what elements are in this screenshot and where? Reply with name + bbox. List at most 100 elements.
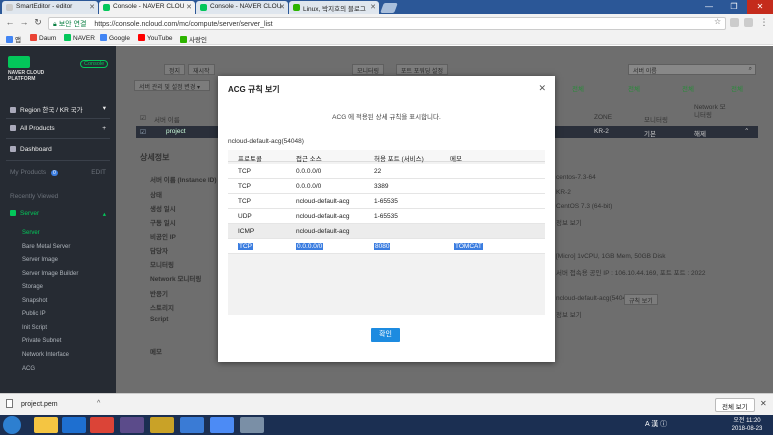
sidebar-item-dashboard[interactable]: Dashboard (0, 146, 116, 153)
bookmark-saramin[interactable]: 사랑인 (180, 34, 207, 44)
app-icon[interactable] (180, 417, 204, 433)
address-bar[interactable]: 🔒︎ 보안 연결 https://console.ncloud.com/mc/c… (48, 17, 726, 30)
extension-icon[interactable] (730, 18, 739, 27)
naver-icon (64, 34, 71, 41)
server-search-input[interactable]: 서버 이름 ⌕ (628, 64, 756, 75)
grid-icon (10, 125, 16, 131)
view-rules-button[interactable]: 규칙 보기 (624, 294, 658, 305)
my-products-count-badge: 0 (50, 170, 58, 176)
detail-label: 비공인 IP (150, 234, 176, 241)
confirm-button[interactable]: 확인 (371, 328, 400, 342)
detail-label: 구동 일시 (150, 220, 176, 227)
modal-title: ACG 규칙 보기 (228, 85, 280, 94)
tab-close-icon[interactable]: ✕ (279, 3, 285, 11)
filter-status[interactable]: 전체 (572, 83, 584, 93)
saramin-icon (180, 36, 187, 43)
port-forwarding-button[interactable]: 포트 포워딩 설정 (396, 64, 448, 75)
close-window-icon[interactable]: ✕ (747, 0, 773, 14)
detail-value[interactable]: 정보 보기 (556, 217, 582, 227)
security-label: 보안 연결 (58, 21, 87, 28)
server-icon (10, 210, 16, 216)
windows-start-icon[interactable] (3, 416, 21, 434)
sidebar-item-public-ip[interactable]: Public IP (22, 311, 46, 317)
app-icon[interactable] (240, 417, 264, 433)
col-port: 허용 포트 (서비스) (374, 156, 424, 163)
console-badge: Console (80, 60, 109, 68)
browser-tab-blog[interactable]: Linux, 박지호의 블로그 ✕ (289, 1, 379, 14)
app-icon[interactable] (120, 417, 144, 433)
apps-grid-icon (6, 36, 13, 43)
menu-kebab-icon[interactable]: ⋮ (758, 17, 770, 28)
sidebar-item-server[interactable]: Server (22, 230, 40, 236)
sidebar-item-my-products[interactable]: My Products 0 EDIT (0, 169, 116, 176)
sidebar-item-init-script[interactable]: Init Script (22, 325, 47, 331)
tab-close-icon[interactable]: ✕ (370, 3, 376, 11)
sidebar-item-server-group[interactable]: Server ▴ (0, 210, 116, 218)
file-explorer-icon[interactable] (34, 417, 58, 433)
sidebar-item-network-interface[interactable]: Network Interface (22, 352, 69, 358)
bookmark-daum[interactable]: Daum (30, 34, 56, 42)
stop-button[interactable]: 정지 (164, 64, 186, 75)
bookmark-apps[interactable]: 앱 (6, 34, 21, 44)
url-text: https://console.ncloud.com/mc/compute/se… (94, 21, 273, 28)
app-icon[interactable] (210, 417, 234, 433)
download-item[interactable]: project.pem (6, 399, 58, 408)
close-icon[interactable]: ✕ (760, 399, 767, 408)
server-manage-dropdown[interactable]: 서버 관리 및 설정 변경 ▾ (134, 80, 210, 91)
sidebar-item-storage[interactable]: Storage (22, 284, 43, 290)
bookmark-youtube[interactable]: YouTube (138, 34, 173, 42)
bookmark-star-icon[interactable]: ☆ (714, 17, 721, 26)
detail-label: Network 모니터링 (150, 276, 202, 283)
system-tray[interactable]: A 漢 ⓘ (645, 419, 667, 429)
sidebar-item-private-subnet[interactable]: Private Subnet (22, 338, 61, 344)
detail-label: 생성 일시 (150, 206, 176, 213)
reload-icon[interactable]: ↻ (32, 17, 44, 28)
plus-icon[interactable]: + (102, 125, 106, 132)
internet-explorer-icon[interactable] (62, 417, 86, 433)
download-bar: project.pem ^ 전체 보기 ✕ (0, 393, 773, 415)
my-products-edit[interactable]: EDIT (91, 169, 106, 176)
chevron-up-icon[interactable]: ⌃ (744, 127, 749, 135)
filter-type[interactable]: 전체 (682, 83, 694, 93)
tab-close-icon[interactable]: ✕ (89, 3, 95, 11)
forward-arrow-icon[interactable]: → (18, 17, 30, 27)
tab-close-icon[interactable]: ✕ (186, 3, 192, 11)
search-icon[interactable]: ⌕ (749, 66, 752, 73)
chevron-up-icon[interactable]: ^ (97, 400, 100, 407)
sidebar-item-all-products[interactable]: All Products + (0, 125, 116, 132)
browser-tab-smarteditor[interactable]: SmartEditor - editor ✕ (2, 1, 98, 14)
header-checkbox[interactable]: ☑ (140, 114, 146, 122)
sidebar-item-snapshot[interactable]: Snapshot (22, 298, 47, 304)
detail-value[interactable]: 정보 보기 (556, 309, 582, 319)
chrome-icon[interactable] (90, 417, 114, 433)
sidebar-item-server-image[interactable]: Server Image (22, 257, 58, 263)
bookmark-google[interactable]: Google (100, 34, 130, 42)
browser-tab-console-active[interactable]: Console - NAVER CLOU ✕ (99, 1, 195, 14)
filter-zone[interactable]: 전체 (628, 83, 640, 93)
tab-favicon-icon (200, 4, 207, 11)
bookmark-naver[interactable]: NAVER (64, 34, 95, 42)
col-source: 접근 소스 (296, 156, 322, 163)
close-icon[interactable]: ✕ (538, 83, 546, 94)
monitoring-button[interactable]: 모니터링 (352, 64, 385, 75)
app-icon[interactable] (150, 417, 174, 433)
row-checkbox[interactable]: ☑ (140, 128, 146, 136)
back-arrow-icon[interactable]: ← (4, 17, 16, 27)
restart-button[interactable]: 재시작 (188, 64, 215, 75)
show-all-downloads-button[interactable]: 전체 보기 (715, 398, 755, 412)
table-row: UDP ncloud-default-acg 1-65535 (228, 209, 545, 224)
sidebar-item-acg[interactable]: ACG (22, 366, 35, 372)
filter-monitoring[interactable]: 전체 (731, 83, 743, 93)
sidebar-item-server-image-builder[interactable]: Server Image Builder (22, 271, 78, 277)
taskbar-clock[interactable]: 오전 11:20 2018-08-23 (727, 417, 767, 433)
row-server-name[interactable]: project (166, 128, 186, 135)
minimize-icon[interactable]: — (697, 0, 721, 14)
region-selector[interactable]: Region 한국 / KR 국가 ▾ (0, 104, 116, 114)
maximize-icon[interactable]: ❐ (722, 0, 746, 14)
console-sidebar: NAVER CLOUD PLATFORM Console Region 한국 /… (0, 46, 116, 393)
sidebar-item-bare-metal-server[interactable]: Bare Metal Server (22, 244, 70, 250)
new-tab-button[interactable] (380, 3, 398, 13)
browser-tab-console[interactable]: Console - NAVER CLOU ✕ (196, 1, 288, 14)
extension-icon[interactable] (744, 18, 753, 27)
tab-favicon-icon (103, 4, 110, 11)
